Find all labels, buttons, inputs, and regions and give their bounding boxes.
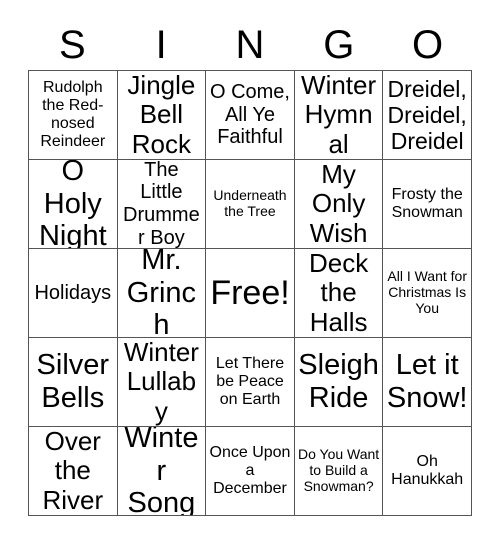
bingo-cell-r0c2[interactable]: O Come, All Ye Faithful	[206, 71, 295, 160]
bingo-header-letter-0: S	[59, 23, 86, 67]
bingo-cell-r2c4[interactable]: All I Want for Christmas Is You	[383, 249, 472, 338]
bingo-cell-label: Frosty the Snowman	[391, 185, 463, 221]
bingo-card: S I N G O Rudolph the Red-nosed Reindeer…	[0, 0, 500, 544]
bingo-grid: Rudolph the Red-nosed Reindeer Jingle Be…	[28, 70, 472, 516]
bingo-cell-r0c4[interactable]: Dreidel, Dreidel, Dreidel	[383, 71, 472, 160]
bingo-cell-label: Winter Lullaby	[123, 338, 199, 426]
bingo-cell-r1c1[interactable]: The Little Drummer Boy	[117, 160, 207, 249]
bingo-cell-r3c3[interactable]: Sleigh Ride	[294, 338, 384, 427]
bingo-cell-r3c1[interactable]: Winter Lullaby	[117, 338, 207, 427]
bingo-cell-label: Let There be Peace on Earth	[215, 354, 285, 409]
bingo-cell-r4c0[interactable]: Over the River	[29, 427, 118, 516]
bingo-header-letter-2: N	[235, 23, 265, 67]
bingo-cell-label: Do You Want to Build a Snowman?	[297, 446, 380, 494]
bingo-cell-label: My Only Wish	[309, 160, 368, 248]
bingo-header-letter-1: I	[155, 23, 167, 67]
bingo-cell-label: Oh Hanukkah	[391, 452, 464, 488]
bingo-cell-r4c3[interactable]: Do You Want to Build a Snowman?	[294, 427, 384, 516]
bingo-cell-r4c1[interactable]: Winter Song	[117, 427, 207, 516]
bingo-header-row: S I N G O	[28, 22, 472, 68]
bingo-cell-label: The Little Drummer Boy	[123, 160, 200, 249]
bingo-cell-r1c4[interactable]: Frosty the Snowman	[383, 160, 472, 249]
bingo-cell-r4c2[interactable]: Once Upon a December	[206, 427, 295, 516]
bingo-cell-label: Silver Bells	[36, 349, 110, 414]
bingo-header-letter-3: G	[323, 23, 355, 67]
bingo-cell-label: Winter Hymnal	[301, 71, 377, 159]
bingo-cell-label: Deck the Halls	[308, 249, 369, 337]
bingo-header-letter-4: O	[412, 23, 444, 67]
bingo-cell-label: Once Upon a December	[209, 443, 291, 498]
bingo-cell-r1c3[interactable]: My Only Wish	[294, 160, 384, 249]
bingo-cell-label: O Come, All Ye Faithful	[209, 81, 290, 149]
bingo-cell-r4c4[interactable]: Oh Hanukkah	[383, 427, 472, 516]
bingo-cell-r2c0[interactable]: Holidays	[29, 249, 118, 338]
bingo-cell-label: Jingle Bell Rock	[127, 71, 196, 159]
bingo-cell-label: All I Want for Christmas Is You	[387, 268, 467, 316]
bingo-free-space-label: Free!	[210, 273, 290, 312]
bingo-cell-label: Winter Song	[124, 427, 199, 516]
bingo-cell-label: Sleigh Ride	[298, 349, 379, 414]
bingo-cell-free-space[interactable]: Free!	[206, 249, 295, 338]
bingo-cell-label: Holidays	[34, 281, 112, 304]
bingo-cell-r0c3[interactable]: Winter Hymnal	[294, 71, 384, 160]
bingo-cell-label: Dreidel, Dreidel, Dreidel	[387, 76, 467, 154]
bingo-cell-r2c3[interactable]: Deck the Halls	[294, 249, 384, 338]
bingo-cell-r2c1[interactable]: Mr. Grinch	[117, 249, 207, 338]
bingo-cell-r0c0[interactable]: Rudolph the Red-nosed Reindeer	[29, 71, 118, 160]
bingo-cell-label: Let it Snow!	[386, 349, 468, 414]
bingo-cell-r3c2[interactable]: Let There be Peace on Earth	[206, 338, 295, 427]
bingo-cell-label: Underneath the Tree	[213, 187, 287, 219]
bingo-cell-r1c0[interactable]: O Holy Night	[29, 160, 118, 249]
bingo-cell-label: Mr. Grinch	[126, 249, 197, 338]
bingo-cell-r0c1[interactable]: Jingle Bell Rock	[117, 71, 207, 160]
bingo-cell-r1c2[interactable]: Underneath the Tree	[206, 160, 295, 249]
bingo-cell-label: Rudolph the Red-nosed Reindeer	[40, 78, 106, 151]
bingo-cell-r3c4[interactable]: Let it Snow!	[383, 338, 472, 427]
bingo-cell-label: O Holy Night	[38, 160, 107, 249]
bingo-cell-r3c0[interactable]: Silver Bells	[29, 338, 118, 427]
bingo-cell-label: Over the River	[42, 427, 104, 515]
